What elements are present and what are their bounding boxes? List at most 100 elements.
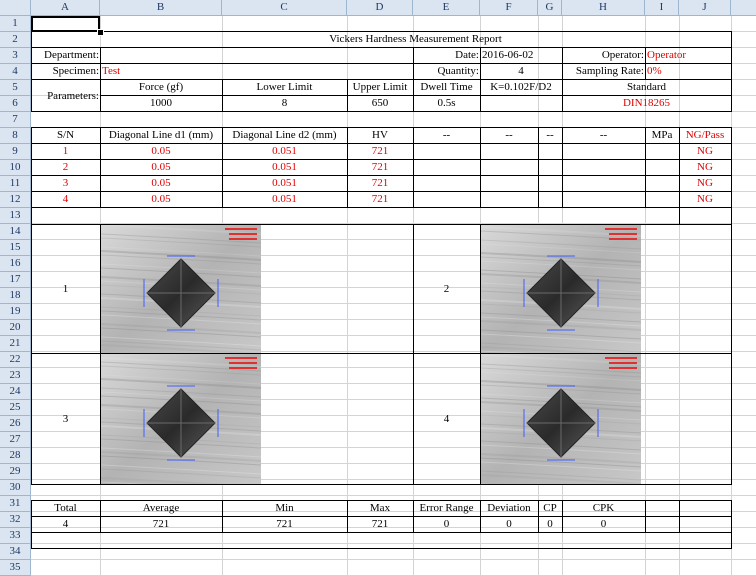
row4-hv[interactable]: 721 (347, 192, 413, 208)
sum-h-cp: CP (543, 502, 557, 514)
row-header-30[interactable]: 30 (0, 480, 31, 496)
row-header-24[interactable]: 24 (0, 384, 31, 400)
row2-hv[interactable]: 721 (347, 160, 413, 176)
sum-v-cpk[interactable]: 0 (562, 517, 645, 533)
active-cell-a1[interactable] (31, 16, 100, 32)
row3-sn[interactable]: 3 (31, 176, 100, 192)
th-mpa: MPa (651, 129, 673, 141)
col-header-d[interactable]: D (347, 0, 413, 16)
row-header-21[interactable]: 21 (0, 336, 31, 352)
row-header-31[interactable]: 31 (0, 496, 31, 512)
row-header-27[interactable]: 27 (0, 432, 31, 448)
quantity-value[interactable]: 4 (480, 64, 562, 80)
row-header-10[interactable]: 10 (0, 160, 31, 176)
row4-d1[interactable]: 0.05 (100, 192, 222, 208)
row-header-2[interactable]: 2 (0, 32, 31, 48)
row-header-1[interactable]: 1 (0, 16, 31, 32)
col-header-e[interactable]: E (413, 0, 480, 16)
border-line (31, 224, 32, 485)
col-header-h[interactable]: H (562, 0, 645, 16)
row-header-28[interactable]: 28 (0, 448, 31, 464)
row-header-17[interactable]: 17 (0, 272, 31, 288)
row1-hv[interactable]: 721 (347, 144, 413, 160)
lower-limit-value[interactable]: 8 (222, 96, 347, 112)
row-header-25[interactable]: 25 (0, 400, 31, 416)
row-header-8[interactable]: 8 (0, 128, 31, 144)
sum-v-average[interactable]: 721 (100, 517, 222, 533)
row-header-5[interactable]: 5 (0, 80, 31, 96)
indentation-image-4[interactable] (481, 354, 641, 484)
row2-result[interactable]: NG (679, 160, 731, 176)
sum-v-deviation[interactable]: 0 (480, 517, 538, 533)
row-header-20[interactable]: 20 (0, 320, 31, 336)
row1-d1[interactable]: 0.05 (100, 144, 222, 160)
row4-d2[interactable]: 0.051 (222, 192, 347, 208)
border-line (413, 47, 414, 80)
row-header-35[interactable]: 35 (0, 560, 31, 576)
row4-result[interactable]: NG (679, 192, 731, 208)
select-all-corner[interactable] (0, 0, 31, 16)
col-header-g[interactable]: G (538, 0, 562, 16)
upper-limit-value[interactable]: 650 (347, 96, 413, 112)
date-value[interactable]: 2016-06-02 (480, 48, 562, 64)
row-header-12[interactable]: 12 (0, 192, 31, 208)
border-line (100, 500, 101, 533)
standard-value[interactable]: DIN18265 (562, 96, 731, 112)
sum-v-cp[interactable]: 0 (538, 517, 562, 533)
sum-h-max: Max (369, 502, 391, 514)
border-line (31, 143, 732, 144)
indentation-image-1[interactable] (101, 225, 261, 353)
row1-result[interactable]: NG (679, 144, 731, 160)
sampling-rate-value[interactable]: 0% (645, 64, 731, 80)
indentation-image-2[interactable] (481, 225, 641, 353)
row1-sn[interactable]: 1 (31, 144, 100, 160)
row2-sn[interactable]: 2 (31, 160, 100, 176)
row-header-4[interactable]: 4 (0, 64, 31, 80)
row-header-34[interactable]: 34 (0, 544, 31, 560)
sum-v-error-range[interactable]: 0 (413, 517, 480, 533)
row-header-11[interactable]: 11 (0, 176, 31, 192)
row-header-16[interactable]: 16 (0, 256, 31, 272)
row3-d1[interactable]: 0.05 (100, 176, 222, 192)
fill-handle[interactable] (97, 29, 104, 36)
dwell-time-value[interactable]: 0.5s (413, 96, 480, 112)
row-header-29[interactable]: 29 (0, 464, 31, 480)
row-header-32[interactable]: 32 (0, 512, 31, 528)
col-header-j[interactable]: J (679, 0, 731, 16)
k-formula-label: K=0.102F/D2 (490, 81, 552, 93)
indentation-image-3[interactable] (101, 354, 261, 484)
row-header-22[interactable]: 22 (0, 352, 31, 368)
row-header-6[interactable]: 6 (0, 96, 31, 112)
row2-d1[interactable]: 0.05 (100, 160, 222, 176)
sum-v-max[interactable]: 721 (347, 517, 413, 533)
th-d1: Diagonal Line d1 (mm) (108, 129, 214, 141)
row-header-18[interactable]: 18 (0, 288, 31, 304)
row-header-23[interactable]: 23 (0, 368, 31, 384)
row4-sn[interactable]: 4 (31, 192, 100, 208)
row-header-19[interactable]: 19 (0, 304, 31, 320)
row3-result[interactable]: NG (679, 176, 731, 192)
row2-d2[interactable]: 0.051 (222, 160, 347, 176)
row3-hv[interactable]: 721 (347, 176, 413, 192)
row-header-13[interactable]: 13 (0, 208, 31, 224)
row-header-3[interactable]: 3 (0, 48, 31, 64)
row-header-33[interactable]: 33 (0, 528, 31, 544)
row-header-15[interactable]: 15 (0, 240, 31, 256)
row-header-9[interactable]: 9 (0, 144, 31, 160)
col-header-a[interactable]: A (31, 0, 100, 16)
col-header-c[interactable]: C (222, 0, 347, 16)
force-value[interactable]: 1000 (100, 96, 222, 112)
row-header-26[interactable]: 26 (0, 416, 31, 432)
row-header-14[interactable]: 14 (0, 224, 31, 240)
row-header-7[interactable]: 7 (0, 112, 31, 128)
col-header-i[interactable]: I (645, 0, 679, 16)
sum-v-total[interactable]: 4 (31, 517, 100, 533)
col-header-b[interactable]: B (100, 0, 222, 16)
col-header-f[interactable]: F (480, 0, 538, 16)
operator-value[interactable]: Operator (645, 48, 731, 64)
row3-d2[interactable]: 0.051 (222, 176, 347, 192)
specimen-value[interactable]: Test (100, 64, 222, 80)
sum-v-min[interactable]: 721 (222, 517, 347, 533)
border-line (222, 79, 223, 112)
row1-d2[interactable]: 0.051 (222, 144, 347, 160)
